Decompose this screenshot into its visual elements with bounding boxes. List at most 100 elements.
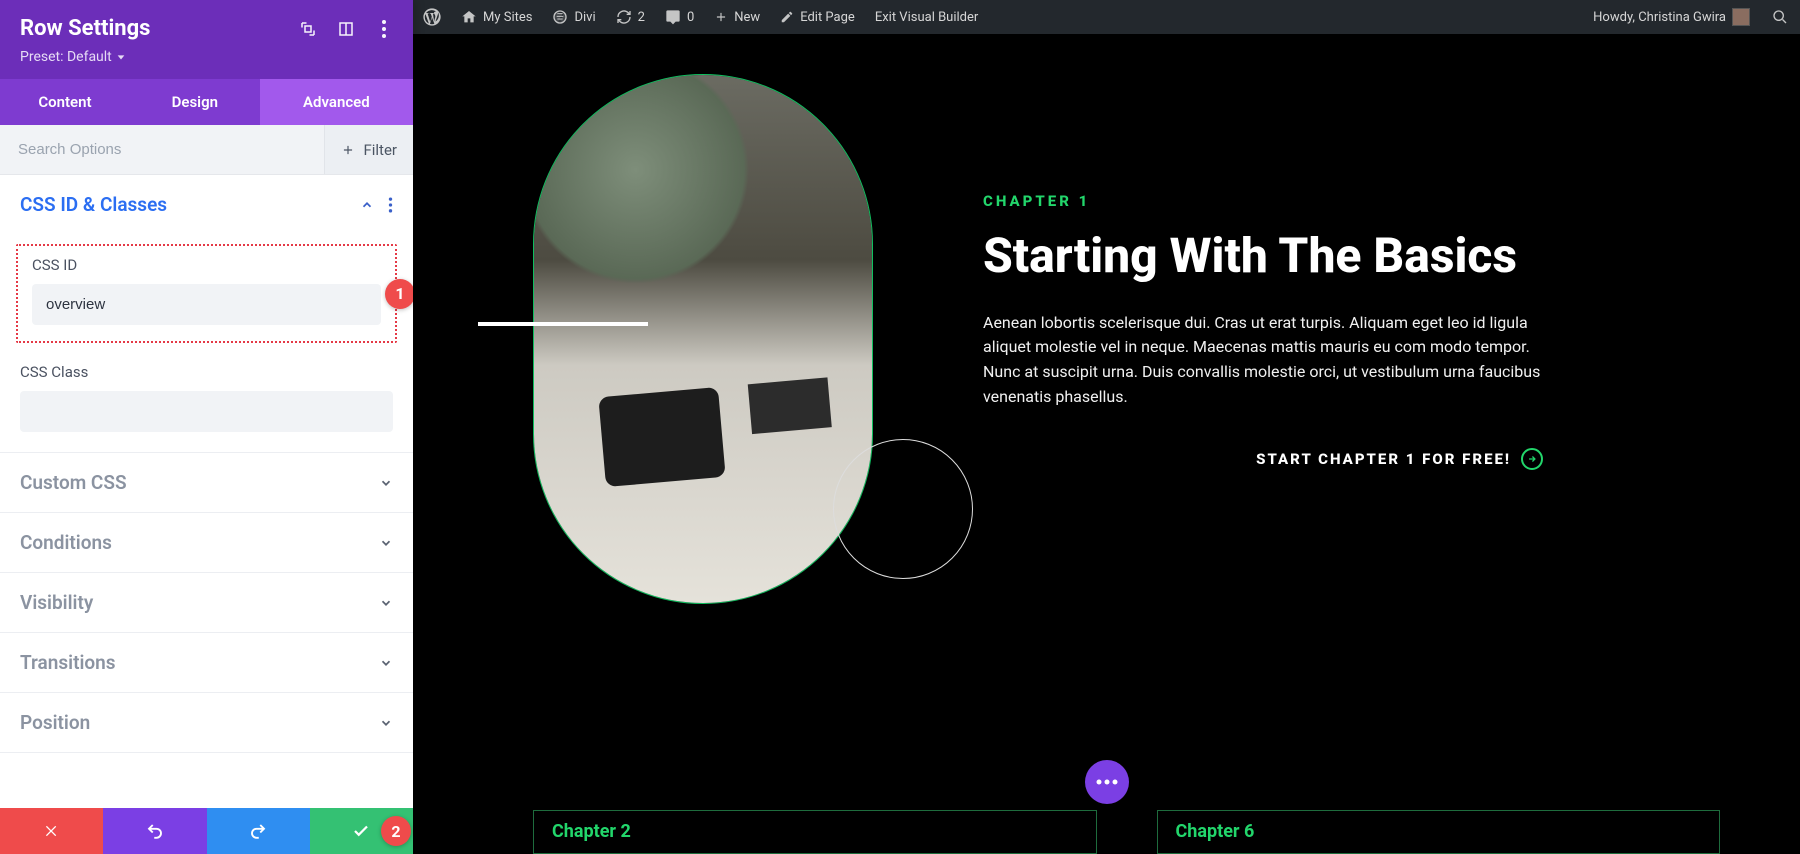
cta-label: START CHAPTER 1 FOR FREE! (1256, 450, 1511, 468)
redo-icon (249, 822, 267, 840)
comments-link[interactable]: 0 (655, 0, 704, 34)
chevron-down-icon (379, 476, 393, 490)
preset-selector[interactable]: Preset: Default (20, 49, 393, 65)
undo-button[interactable] (103, 808, 206, 854)
callout-badge-2: 2 (381, 816, 411, 846)
panel-header: Row Settings Preset: Default (0, 0, 413, 79)
group-header-position[interactable]: Position (0, 693, 413, 752)
cancel-button[interactable] (0, 808, 103, 854)
group-header-css-id-classes[interactable]: CSS ID & Classes (0, 175, 413, 234)
decorative-circle (833, 439, 973, 579)
more-icon[interactable] (375, 20, 393, 38)
ellipsis-icon (1096, 779, 1118, 785)
preset-label: Preset: Default (20, 49, 112, 65)
group-header-conditions[interactable]: Conditions (0, 513, 413, 572)
site-name-link[interactable]: Divi (542, 0, 605, 34)
group-title: Custom CSS (20, 471, 127, 494)
css-class-label: CSS Class (20, 363, 393, 381)
wp-logo[interactable] (413, 0, 451, 34)
tab-content[interactable]: Content (0, 79, 130, 125)
filter-label: Filter (363, 141, 397, 159)
group-conditions: Conditions (0, 513, 413, 573)
dashboard-icon (552, 9, 568, 25)
chapter-text-column: CHAPTER 1 Starting With The Basics Aenea… (983, 74, 1543, 854)
group-visibility: Visibility (0, 573, 413, 633)
search-icon (1772, 9, 1788, 25)
wordpress-icon (423, 8, 441, 26)
avatar (1732, 8, 1750, 26)
group-position: Position (0, 693, 413, 753)
pencil-icon (780, 10, 794, 24)
howdy-link[interactable]: Howdy, Christina Gwira (1583, 0, 1760, 34)
css-class-field-wrapper: CSS Class (0, 357, 413, 452)
row-settings-panel: Row Settings Preset: Default Content Des… (0, 0, 413, 854)
edit-page-link[interactable]: Edit Page (770, 0, 865, 34)
search-input[interactable] (0, 125, 324, 174)
panel-search-bar: Filter (0, 125, 413, 175)
chevron-down-icon (379, 656, 393, 670)
my-sites-label: My Sites (483, 10, 532, 25)
site-name-label: Divi (574, 10, 595, 25)
admin-search[interactable] (1760, 0, 1800, 34)
group-custom-css: Custom CSS (0, 453, 413, 513)
image-placeholder (534, 75, 872, 603)
panel-title: Row Settings (20, 16, 299, 41)
chapter-image (533, 74, 873, 604)
chapter-cta[interactable]: START CHAPTER 1 FOR FREE! (983, 448, 1543, 470)
group-transitions: Transitions (0, 633, 413, 693)
chapter-title: Starting With The Basics (983, 228, 1543, 285)
chapter-card[interactable]: Chapter 6 (1157, 810, 1721, 854)
my-sites-link[interactable]: My Sites (451, 0, 542, 34)
home-icon (461, 9, 477, 25)
chevron-down-icon (379, 716, 393, 730)
edit-page-label: Edit Page (800, 10, 855, 25)
group-css-id-classes: CSS ID & Classes CSS ID 1 CSS Class (0, 175, 413, 453)
page-actions-button[interactable] (1085, 760, 1129, 804)
caret-down-icon (116, 52, 126, 62)
chapter-row: CHAPTER 1 Starting With The Basics Aenea… (413, 74, 1800, 854)
redo-button[interactable] (207, 808, 310, 854)
more-icon[interactable] (388, 197, 393, 213)
updates-link[interactable]: 2 (606, 0, 655, 34)
decorative-line (478, 322, 648, 326)
updates-count: 2 (638, 10, 645, 25)
panel-tabs: Content Design Advanced (0, 79, 413, 125)
chapter-body: Aenean lobortis scelerisque dui. Cras ut… (983, 311, 1543, 410)
callout-badge-1: 1 (385, 279, 413, 309)
group-header-custom-css[interactable]: Custom CSS (0, 453, 413, 512)
new-link[interactable]: New (704, 0, 770, 34)
admin-bar-right: Howdy, Christina Gwira (1583, 0, 1800, 34)
howdy-label: Howdy, Christina Gwira (1593, 10, 1726, 25)
chapter-card[interactable]: Chapter 2 (533, 810, 1097, 854)
tab-advanced[interactable]: Advanced (260, 79, 413, 125)
filter-button[interactable]: Filter (324, 125, 413, 174)
chapter-cards: Chapter 2 Chapter 6 (533, 810, 1720, 854)
exit-visual-builder-link[interactable]: Exit Visual Builder (865, 0, 988, 34)
snap-icon[interactable] (337, 20, 355, 38)
plus-icon (714, 10, 728, 24)
css-id-field-wrapper: CSS ID 1 (16, 244, 397, 343)
comment-icon (665, 9, 681, 25)
chapter-image-column (533, 74, 923, 854)
css-id-input[interactable] (32, 284, 381, 325)
save-button[interactable]: 2 (310, 808, 413, 854)
page-preview: CHAPTER 1 Starting With The Basics Aenea… (413, 34, 1800, 854)
group-header-transitions[interactable]: Transitions (0, 633, 413, 692)
css-id-label: CSS ID (32, 256, 381, 274)
group-header-visibility[interactable]: Visibility (0, 573, 413, 632)
plus-icon (341, 143, 355, 157)
new-label: New (734, 10, 760, 25)
css-class-input[interactable] (20, 391, 393, 432)
group-title: Conditions (20, 531, 112, 554)
panel-body: CSS ID & Classes CSS ID 1 CSS Class Cust… (0, 175, 413, 808)
chapter-card-label: Chapter 2 (552, 821, 631, 842)
comments-count: 0 (687, 10, 694, 25)
tab-design[interactable]: Design (130, 79, 260, 125)
group-title: CSS ID & Classes (20, 193, 167, 216)
group-title: Position (20, 711, 90, 734)
group-title: Visibility (20, 591, 93, 614)
expand-icon[interactable] (299, 20, 317, 38)
chevron-up-icon (360, 198, 374, 212)
admin-bar-left: My Sites Divi 2 0 New (413, 0, 988, 34)
wp-admin-bar: My Sites Divi 2 0 New (413, 0, 1800, 34)
